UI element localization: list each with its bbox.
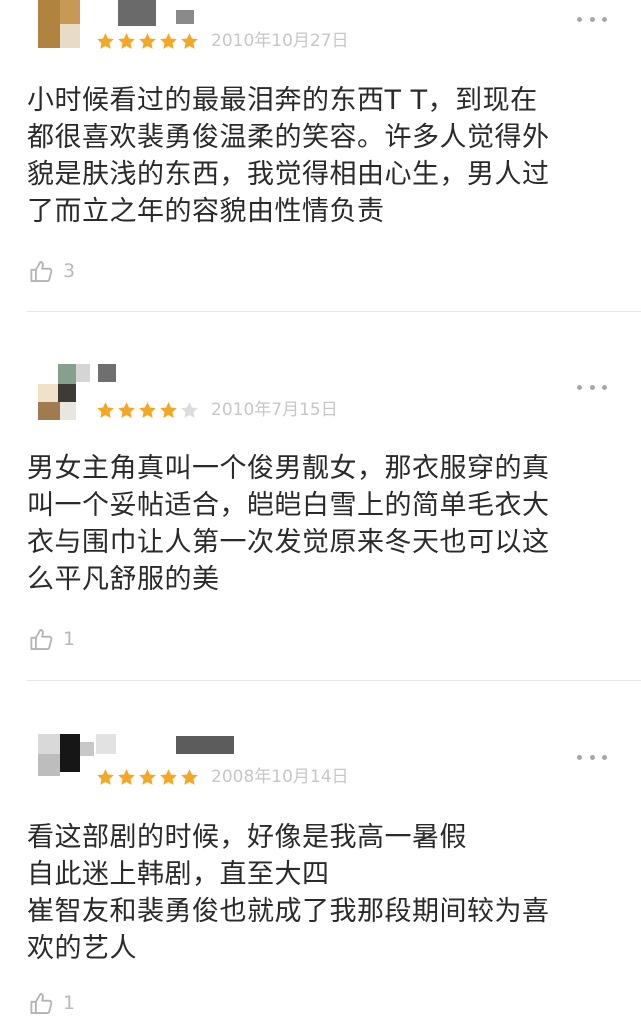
more-options-button[interactable] (577, 750, 607, 764)
avatar[interactable] (38, 734, 96, 788)
review-item: 2008年10月14日 看这部剧的时候，好像是我高一暑假 自此迷上韩剧，直至大四… (0, 682, 641, 1014)
review-text-line: 衣与围巾让人第一次发觉原来冬天也可以这 (27, 527, 550, 558)
username-mosaic (98, 364, 118, 384)
username-mosaic (96, 734, 236, 756)
review-text: 看这部剧的时候，好像是我高一暑假 自此迷上韩剧，直至大四 崔智友和裴勇俊也就成了… (27, 819, 627, 967)
star-rating (96, 30, 201, 52)
avatar[interactable] (38, 364, 96, 420)
star-filled-icon (160, 32, 177, 49)
more-options-button[interactable] (577, 380, 607, 394)
review-text-line: 小时候看过的最最泪奔的东西T T，到现在 (27, 85, 538, 116)
review-text-line: 欢的艺人 (27, 933, 137, 964)
review-item: 2010年7月15日 男女主角真叫一个俊男靓女，那衣服穿的真 叫一个妥帖适合，皑… (0, 312, 641, 682)
review-text-line: 么平凡舒服的美 (27, 564, 220, 595)
review-text-line: 了而立之年的容貌由性情负责 (27, 196, 385, 227)
rating-row: 2010年10月27日 (96, 30, 349, 52)
review-item: 2010年10月27日 小时候看过的最最泪奔的东西T T，到现在 都很喜欢裴勇俊… (0, 0, 641, 312)
review-text-line: 貌是肤浅的东西，我觉得相由心生，男人过 (27, 159, 550, 190)
star-filled-icon (160, 401, 177, 418)
thumbs-up-icon (30, 992, 53, 1014)
review-text: 小时候看过的最最泪奔的东西T T，到现在 都很喜欢裴勇俊温柔的笑容。许多人觉得外… (27, 82, 627, 230)
rating-row: 2010年7月15日 (96, 399, 338, 421)
star-filled-icon (139, 32, 156, 49)
star-filled-icon (181, 32, 198, 49)
star-filled-icon (97, 401, 114, 418)
like-count: 3 (63, 260, 76, 282)
divider (27, 680, 641, 681)
like-button[interactable]: 3 (28, 256, 75, 286)
review-date: 2008年10月14日 (211, 767, 349, 787)
star-filled-icon (118, 32, 135, 49)
review-text-line: 自此迷上韩剧，直至大四 (27, 859, 330, 890)
star-filled-icon (97, 32, 114, 49)
review-text-line: 崔智友和裴勇俊也就成了我那段期间较为喜 (27, 896, 550, 927)
star-filled-icon (181, 768, 198, 785)
star-filled-icon (97, 768, 114, 785)
star-filled-icon (160, 768, 177, 785)
like-count: 1 (63, 992, 76, 1014)
review-text-line: 都很喜欢裴勇俊温柔的笑容。许多人觉得外 (27, 122, 550, 153)
review-date: 2010年7月15日 (211, 400, 338, 420)
more-options-button[interactable] (577, 12, 607, 26)
star-empty-icon (181, 401, 198, 418)
thumbs-up-icon (30, 628, 53, 650)
star-rating (96, 766, 201, 788)
review-text-line: 男女主角真叫一个俊男靓女，那衣服穿的真 (27, 453, 550, 484)
star-rating (96, 399, 201, 421)
username-mosaic (118, 0, 198, 28)
like-button[interactable]: 1 (28, 988, 75, 1018)
like-count: 1 (63, 628, 76, 650)
rating-row: 2008年10月14日 (96, 766, 349, 788)
star-filled-icon (118, 768, 135, 785)
review-date: 2010年10月27日 (211, 31, 349, 51)
review-text-line: 看这部剧的时候，好像是我高一暑假 (27, 822, 467, 853)
review-text-line: 叫一个妥帖适合，皑皑白雪上的简单毛衣大 (27, 490, 550, 521)
thumbs-up-icon (30, 260, 53, 282)
review-text: 男女主角真叫一个俊男靓女，那衣服穿的真 叫一个妥帖适合，皑皑白雪上的简单毛衣大 … (27, 450, 627, 598)
like-button[interactable]: 1 (28, 624, 75, 654)
star-filled-icon (139, 401, 156, 418)
avatar[interactable] (38, 0, 96, 54)
star-filled-icon (139, 768, 156, 785)
star-filled-icon (118, 401, 135, 418)
